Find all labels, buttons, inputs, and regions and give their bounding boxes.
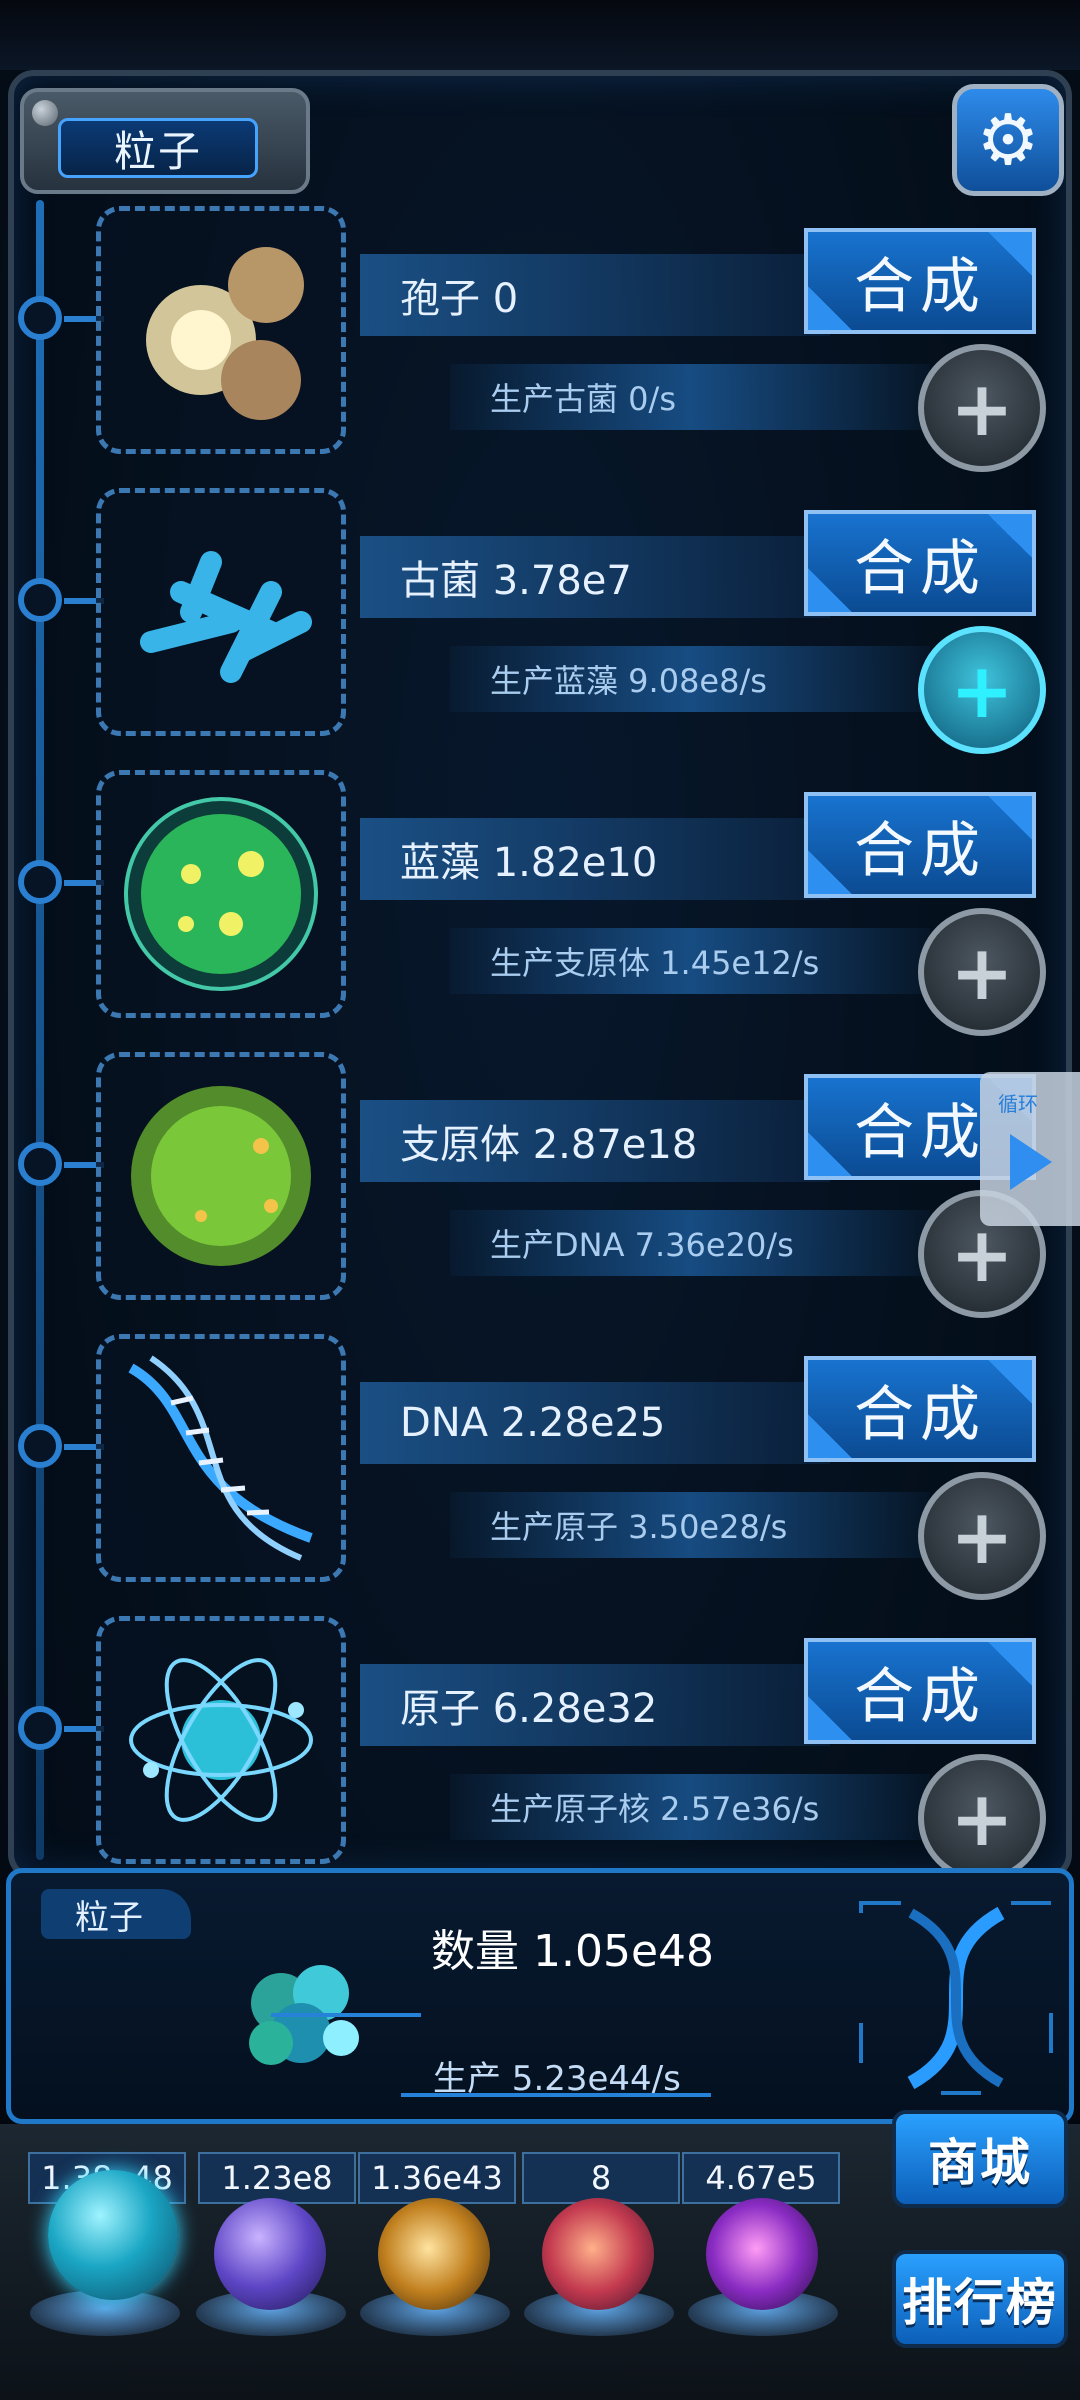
- shop-button[interactable]: 商城: [892, 2110, 1068, 2208]
- plus-icon: +: [950, 645, 1014, 735]
- settings-button[interactable]: ⚙: [952, 84, 1064, 196]
- dna-helix-icon: [859, 1901, 1053, 2095]
- leaderboard-button[interactable]: 排行榜: [892, 2250, 1068, 2348]
- row-node: [18, 296, 104, 340]
- atom-icon: [96, 1616, 346, 1864]
- spore-icon: [96, 206, 346, 454]
- synthesize-button[interactable]: 合成: [804, 510, 1036, 616]
- brain-orb-button[interactable]: [542, 2198, 654, 2310]
- particle-cluster-icon: [249, 1965, 359, 2065]
- total-production: 生产 5.23e44/s: [433, 2059, 681, 2099]
- item-name: DNA 2.28e25: [360, 1382, 830, 1464]
- row-node: [18, 860, 104, 904]
- total-count: 数量 1.05e48: [431, 1926, 715, 1977]
- item-row-cyanobacteria: 蓝藻 1.82e10 生产支原体 1.45e12/s 合成 +: [0, 770, 1080, 1050]
- gear-icon: ⚙: [976, 99, 1040, 181]
- item-production: 生产DNA 7.36e20/s: [450, 1210, 930, 1276]
- energy-orb-button[interactable]: [214, 2198, 326, 2310]
- row-node: [18, 1706, 104, 1750]
- stat-galaxy: 4.67e5: [682, 2152, 840, 2204]
- loop-label: 循环: [998, 1092, 1038, 1116]
- page-title: 粒子: [58, 118, 258, 178]
- upgrade-plus-button[interactable]: +: [918, 344, 1046, 472]
- archaea-icon: [96, 488, 346, 736]
- top-strip: [0, 0, 1080, 70]
- play-icon: [1010, 1134, 1052, 1190]
- item-name: 孢子 0: [360, 254, 830, 336]
- item-name: 原子 6.28e32: [360, 1664, 830, 1746]
- particle-orb-button[interactable]: [48, 2170, 178, 2300]
- item-row-mycoplasma: 支原体 2.87e18 生产DNA 7.36e20/s 合成 +: [0, 1052, 1080, 1332]
- item-production: 生产原子核 2.57e36/s: [450, 1774, 930, 1840]
- item-production: 生产古菌 0/s: [450, 364, 930, 430]
- item-name: 古菌 3.78e7: [360, 536, 830, 618]
- summary-panel: 粒子 数量 1.05e48 生产 5.23e44/s: [6, 1868, 1074, 2124]
- upgrade-plus-button[interactable]: +: [918, 626, 1046, 754]
- plus-icon: +: [950, 1773, 1014, 1863]
- mycoplasma-icon: [96, 1052, 346, 1300]
- item-name: 蓝藻 1.82e10: [360, 818, 830, 900]
- item-production: 生产蓝藻 9.08e8/s: [450, 646, 930, 712]
- plus-icon: +: [950, 1491, 1014, 1581]
- synthesize-button[interactable]: 合成: [804, 792, 1036, 898]
- stat-star: 1.36e43: [358, 2152, 516, 2204]
- item-row-atom: 原子 6.28e32 生产原子核 2.57e36/s 合成 +: [0, 1616, 1080, 1896]
- stat-brain: 8: [522, 2152, 680, 2204]
- summary-tab: 粒子: [41, 1889, 191, 1939]
- bolt-icon: [32, 100, 58, 126]
- plus-icon: +: [950, 927, 1014, 1017]
- upgrade-plus-button[interactable]: +: [918, 908, 1046, 1036]
- stat-energy: 1.23e8: [198, 2152, 356, 2204]
- loop-button[interactable]: 循环: [980, 1072, 1080, 1226]
- item-row-archaea: 古菌 3.78e7 生产蓝藻 9.08e8/s 合成 +: [0, 488, 1080, 768]
- item-row-dna: DNA 2.28e25 生产原子 3.50e28/s 合成 +: [0, 1334, 1080, 1614]
- upgrade-plus-button[interactable]: +: [918, 1472, 1046, 1600]
- item-production: 生产支原体 1.45e12/s: [450, 928, 930, 994]
- item-name: 支原体 2.87e18: [360, 1100, 830, 1182]
- item-production: 生产原子 3.50e28/s: [450, 1492, 930, 1558]
- item-row-spore: 孢子 0 生产古菌 0/s 合成 +: [0, 206, 1080, 486]
- galaxy-orb-button[interactable]: [706, 2198, 818, 2310]
- cyanobacteria-icon: [96, 770, 346, 1018]
- upgrade-plus-button[interactable]: +: [918, 1754, 1046, 1882]
- plus-icon: +: [950, 363, 1014, 453]
- title-plate: 粒子: [20, 88, 310, 194]
- star-orb-button[interactable]: [378, 2198, 490, 2310]
- connector-line: [271, 2013, 421, 2017]
- row-node: [18, 578, 104, 622]
- row-node: [18, 1424, 104, 1468]
- synthesize-button[interactable]: 合成: [804, 1638, 1036, 1744]
- dna-icon: [96, 1334, 346, 1582]
- row-node: [18, 1142, 104, 1186]
- synthesize-button[interactable]: 合成: [804, 228, 1036, 334]
- synthesize-button[interactable]: 合成: [804, 1356, 1036, 1462]
